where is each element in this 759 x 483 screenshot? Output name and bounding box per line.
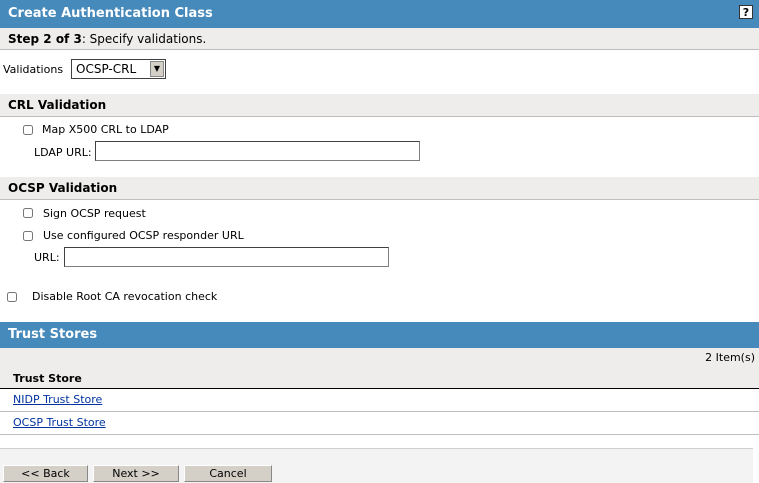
map-x500-label: Map X500 CRL to LDAP [42, 123, 169, 136]
use-configured-ocsp-checkbox[interactable] [23, 231, 33, 241]
trust-store-link[interactable]: NIDP Trust Store [13, 393, 102, 406]
crl-section-title: CRL Validation [8, 98, 107, 112]
validations-label: Validations [3, 63, 64, 76]
item-count: 2 Item(s) [705, 351, 755, 364]
back-button[interactable]: << Back [3, 465, 88, 482]
map-x500-checkbox[interactable] [23, 125, 33, 135]
step-bar: Step 2 of 3: Specify validations. [0, 28, 759, 50]
page-header: Create Authentication Class [0, 0, 759, 28]
sign-ocsp-checkbox[interactable] [23, 208, 33, 218]
trust-store-link[interactable]: OCSP Trust Store [13, 416, 106, 429]
ldap-url-input[interactable] [95, 141, 420, 161]
help-icon[interactable]: ? [739, 5, 753, 19]
column-header-trust-store[interactable]: Trust Store [13, 372, 82, 385]
cancel-button[interactable]: Cancel [184, 465, 272, 482]
table-row: OCSP Trust Store [0, 412, 759, 435]
trust-stores-header: Trust Stores [0, 322, 759, 348]
trust-stores-title: Trust Stores [8, 327, 98, 342]
step-description: : Specify validations. [81, 32, 207, 46]
next-button[interactable]: Next >> [93, 465, 179, 482]
page-title: Create Authentication Class [8, 6, 213, 21]
validations-select[interactable]: OCSP-CRL ▼ [71, 59, 166, 79]
chevron-down-icon[interactable]: ▼ [150, 61, 164, 77]
disable-root-ca-checkbox[interactable] [7, 292, 17, 302]
disable-root-ca-label: Disable Root CA revocation check [32, 290, 218, 303]
ocsp-url-input[interactable] [64, 247, 389, 267]
ocsp-url-label: URL: [34, 251, 60, 264]
crl-section-header: CRL Validation [0, 94, 759, 117]
validations-selected: OCSP-CRL [76, 62, 137, 76]
ocsp-section-title: OCSP Validation [8, 181, 118, 195]
use-configured-ocsp-label: Use configured OCSP responder URL [43, 229, 244, 242]
step-number: Step 2 of 3 [8, 32, 82, 46]
table-row: NIDP Trust Store [0, 389, 759, 412]
ldap-url-label: LDAP URL: [34, 146, 92, 159]
trust-table-header: 2 Item(s) Trust Store [0, 348, 759, 389]
sign-ocsp-label: Sign OCSP request [43, 207, 146, 220]
ocsp-section-header: OCSP Validation [0, 177, 759, 200]
